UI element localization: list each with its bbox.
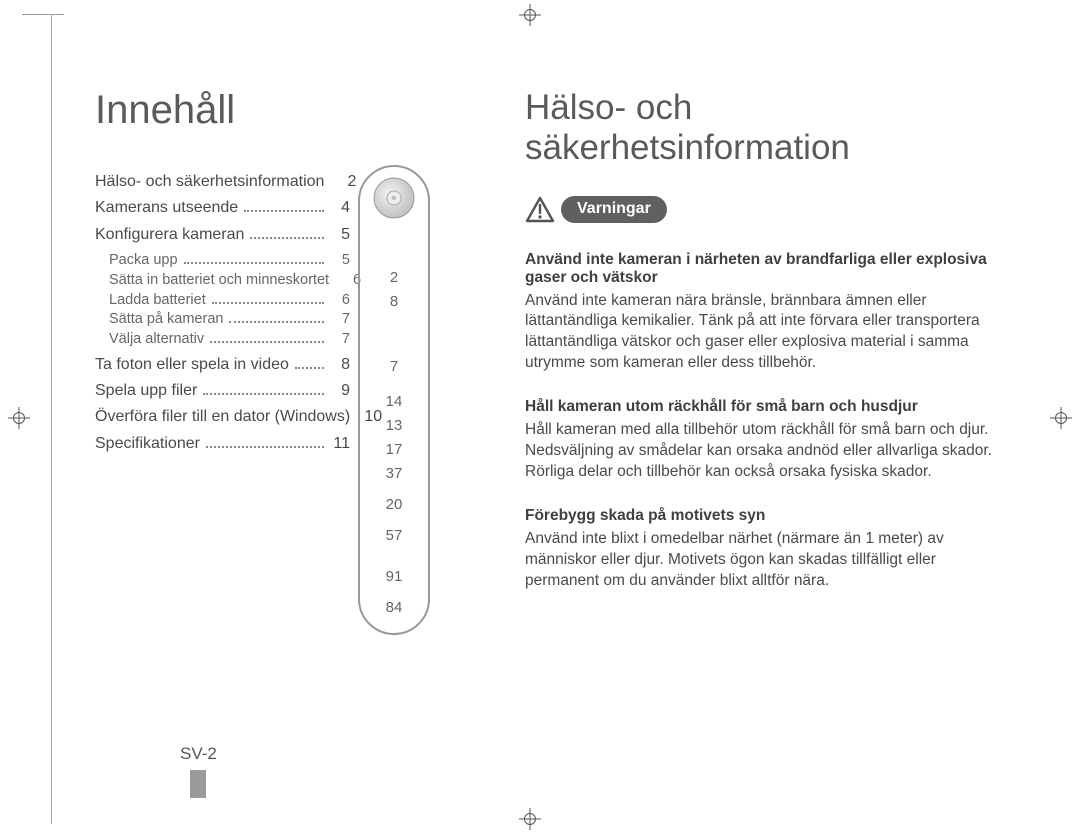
toc-list: Hälso- och säkerhetsinformation 2 Kamera…	[95, 165, 350, 461]
thumb-num: 13	[360, 417, 428, 434]
safety-title: Hälso- och säkerhetsinformation	[525, 88, 995, 169]
page-footer: SV-2	[180, 744, 217, 798]
toc-label: Sätta in batteriet och minneskortet	[109, 272, 329, 289]
toc-page: 6	[330, 292, 350, 309]
toc-wrap: Hälso- och säkerhetsinformation 2 Kamera…	[95, 165, 465, 635]
warning-block: Använd inte kameran i närheten av brandf…	[525, 251, 995, 375]
left-column: Innehåll Hälso- och säkerhetsinformation…	[95, 88, 465, 635]
page-number: SV-2	[180, 744, 217, 764]
thumb-num: 37	[360, 465, 428, 482]
thumb-num: 57	[360, 527, 428, 544]
thumb-num: 7	[360, 358, 428, 375]
toc-page: 7	[330, 331, 350, 348]
toc-dots	[206, 438, 324, 448]
thumb-num: 17	[360, 441, 428, 458]
toc-dots	[244, 203, 324, 213]
toc-dots	[184, 255, 324, 264]
toc-label: Packa upp	[109, 252, 178, 269]
toc-page: 11	[330, 435, 350, 453]
toc-page: 4	[330, 199, 350, 217]
warning-title: Håll kameran utom räckhåll för små barn …	[525, 398, 995, 416]
warning-block: Håll kameran utom räckhåll för små barn …	[525, 398, 995, 483]
toc-label: Specifikationer	[95, 435, 200, 453]
registration-mark-right	[1050, 407, 1072, 429]
warning-badge-label: Varningar	[561, 196, 667, 223]
crop-left-line	[51, 14, 52, 824]
registration-mark-left	[8, 407, 30, 429]
toc-label: Spela upp filer	[95, 382, 197, 400]
toc-label: Kamerans utseende	[95, 199, 238, 217]
toc-page: 5	[330, 252, 350, 269]
warning-title: Använd inte kameran i närheten av brandf…	[525, 251, 995, 287]
toc-dots	[229, 315, 324, 324]
toc-page: 9	[330, 382, 350, 400]
crop-top-line	[22, 14, 64, 15]
toc-dots	[203, 385, 324, 395]
thumb-num: 91	[360, 568, 428, 585]
toc-page: 5	[330, 226, 350, 244]
right-column: Hälso- och säkerhetsinformation Varninga…	[525, 88, 995, 635]
toc-title: Innehåll	[95, 88, 465, 133]
toc-row: Sätta på kameran 7	[109, 311, 350, 328]
warning-triangle-icon	[525, 195, 555, 225]
toc-row: Sätta in batteriet och minneskortet 6	[109, 272, 350, 289]
toc-row: Överföra filer till en dator (Windows) 1…	[95, 408, 350, 426]
warning-block: Förebygg skada på motivets syn Använd in…	[525, 507, 995, 592]
toc-row: Packa upp 5	[109, 252, 350, 269]
toc-dots	[212, 295, 324, 304]
thumb-num: 2	[360, 269, 428, 286]
toc-row: Kamerans utseende 4	[95, 199, 350, 217]
toc-row: Ta foton eller spela in video 8	[95, 356, 350, 374]
warning-title: Förebygg skada på motivets syn	[525, 507, 995, 525]
toc-label: Ladda batteriet	[109, 292, 206, 309]
toc-dots	[210, 334, 324, 343]
toc-label: Överföra filer till en dator (Windows)	[95, 408, 350, 426]
toc-label: Hälso- och säkerhetsinformation	[95, 173, 324, 191]
toc-page: 8	[330, 356, 350, 374]
thumb-num: 8	[360, 293, 428, 310]
thumb-num: 20	[360, 496, 428, 513]
warning-body: Använd inte blixt i omedelbar närhet (nä…	[525, 529, 995, 592]
page-content: Innehåll Hälso- och säkerhetsinformation…	[95, 88, 1035, 635]
thumb-index: 2 8 7 14 13 17 37 20 57 91 84	[358, 165, 430, 635]
toc-label: Välja alternativ	[109, 331, 204, 348]
toc-label: Sätta på kameran	[109, 311, 223, 328]
toc-page: 7	[330, 311, 350, 328]
warning-badge: Varningar	[525, 195, 667, 225]
thumb-num: 84	[360, 599, 428, 616]
toc-label: Konfigurera kameran	[95, 226, 244, 244]
toc-dots	[295, 359, 324, 369]
registration-mark-top	[519, 4, 541, 26]
warning-body: Använd inte kameran nära bränsle, brännb…	[525, 291, 995, 375]
warning-body: Håll kameran med alla tillbehör utom räc…	[525, 420, 995, 483]
toc-dots	[250, 229, 324, 239]
page-number-bar	[190, 770, 206, 798]
toc-page: 2	[336, 173, 356, 191]
toc-row: Ladda batteriet 6	[109, 292, 350, 309]
toc-row: Spela upp filer 9	[95, 382, 350, 400]
toc-row: Hälso- och säkerhetsinformation 2	[95, 173, 350, 191]
toc-row: Välja alternativ 7	[109, 331, 350, 348]
thumb-num: 14	[360, 393, 428, 410]
disc-icon	[373, 177, 415, 219]
toc-row: Konfigurera kameran 5	[95, 226, 350, 244]
toc-row: Specifikationer 11	[95, 435, 350, 453]
registration-mark-bottom	[519, 808, 541, 830]
toc-label: Ta foton eller spela in video	[95, 356, 289, 374]
